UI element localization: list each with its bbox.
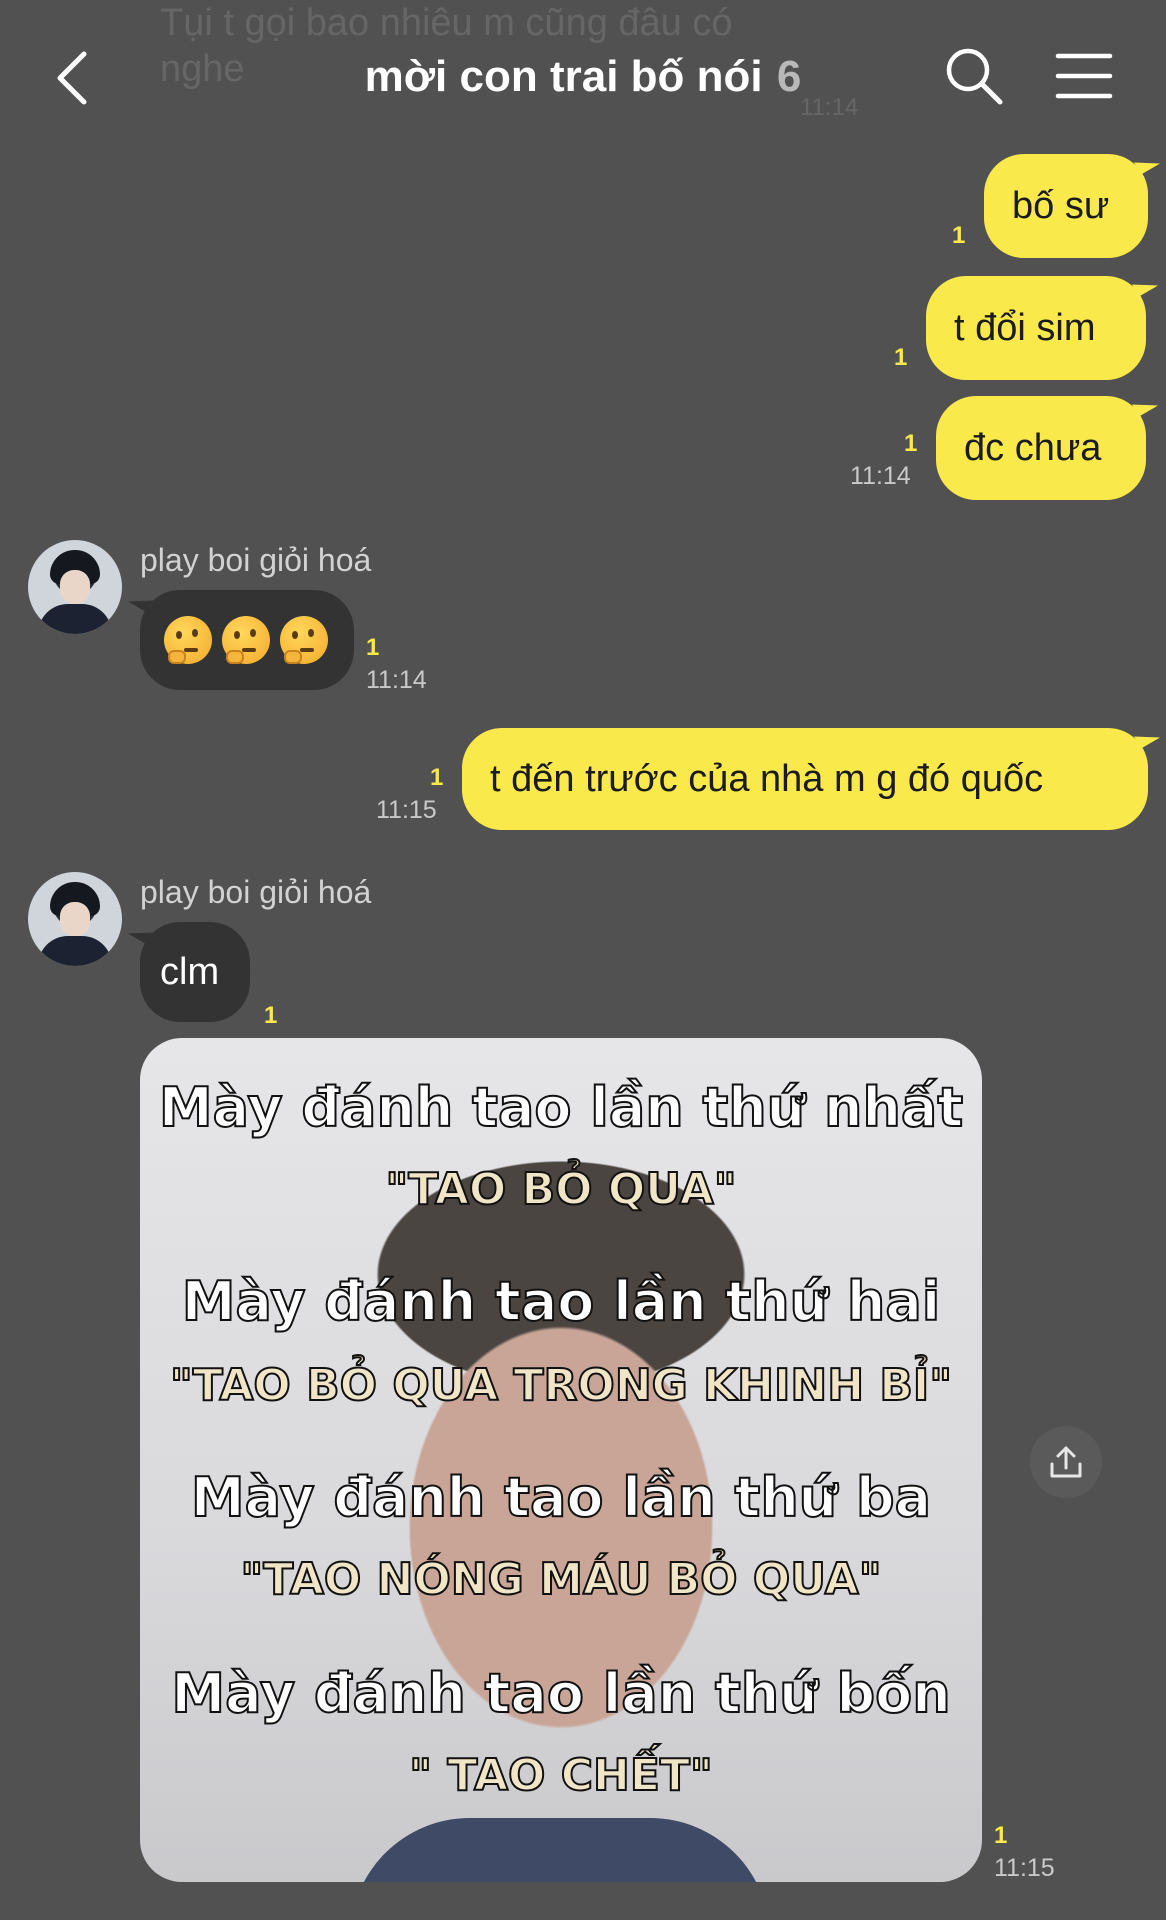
message-text: t đổi sim [954,307,1096,349]
thinking-face-emoji [222,616,270,664]
meme-caption: Mày đánh tao lần thứ nhất [158,1075,964,1140]
image-message[interactable]: Mày đánh tao lần thứ nhất "TAO BỎ QUA" M… [140,1038,982,1882]
chat-name: mời con trai bố nói [364,52,763,101]
hamburger-menu-icon [1055,53,1113,99]
message-text: clm [160,951,220,993]
message-time: 11:15 [994,1854,1055,1882]
message-bubble[interactable]: t đổi sim [926,276,1146,380]
emoji-group [164,616,328,664]
message-text: bố sư [1012,185,1110,227]
read-count: 1 [994,1822,1008,1849]
search-button[interactable] [942,44,1006,108]
sender-name: play boi giỏi hoá [140,542,372,578]
member-count: 6 [776,52,802,101]
meme-caption: " TAO CHẾT" [408,1749,714,1802]
sender-name: play boi giỏi hoá [140,874,372,910]
message-bubble[interactable]: đc chưa [936,396,1146,500]
read-count: 1 [894,344,908,371]
search-icon [946,48,1003,105]
message-text: t đến trước của nhà m g đó quốc [490,758,1044,800]
meme-caption: Mày đánh tao lần thứ hai [181,1269,942,1334]
avatar[interactable] [28,872,122,966]
meme-caption: "TAO BỎ QUA" [384,1163,737,1216]
message-time: 11:15 [376,796,437,824]
meme-caption: "TAO NÓNG MÁU BỎ QUA" [239,1553,882,1606]
message-time: 11:14 [366,666,427,694]
message-bubble[interactable]: bố sư [984,154,1148,258]
read-count: 1 [952,222,966,249]
message-text: đc chưa [964,427,1102,469]
read-count: 1 [366,634,380,661]
meme-caption: Mày đánh tao lần thứ bốn [170,1661,951,1726]
message-bubble[interactable]: clm [140,922,250,1022]
avatar[interactable] [28,540,122,634]
read-count: 1 [264,1002,278,1029]
menu-button[interactable] [1052,48,1116,104]
read-count: 1 [904,430,918,457]
meme-caption: "TAO BỎ QUA TRONG KHINH BỈ" [169,1359,953,1412]
read-count: 1 [430,764,444,791]
thinking-face-emoji [280,616,328,664]
thinking-face-emoji [164,616,212,664]
share-button[interactable] [1030,1426,1102,1498]
share-icon [1050,1446,1082,1478]
chat-header: mời con trai bố nói 6 [0,0,1166,150]
meme-caption: Mày đánh tao lần thứ ba [190,1465,932,1530]
message-time: 11:14 [850,462,911,490]
message-bubble[interactable]: t đến trước của nhà m g đó quốc [462,728,1148,830]
message-bubble[interactable] [140,590,354,690]
